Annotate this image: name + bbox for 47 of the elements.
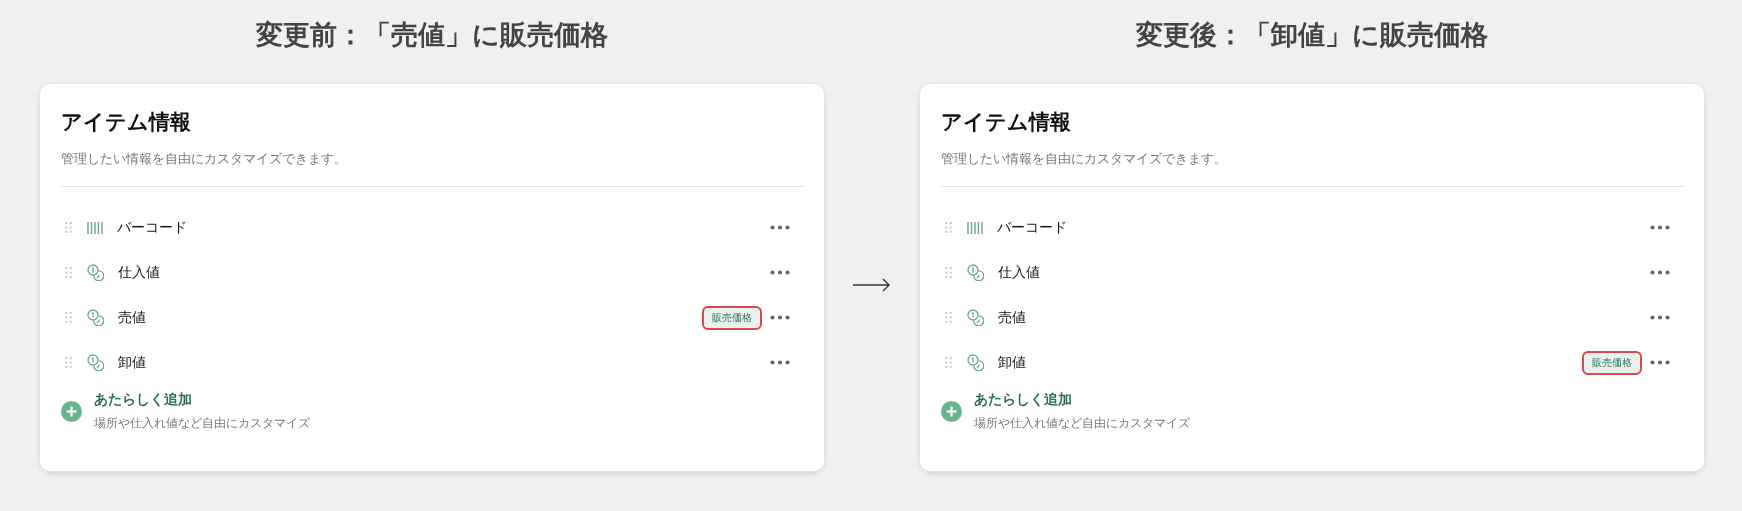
drag-handle-icon[interactable] [945, 312, 952, 323]
coins-icon [967, 354, 984, 371]
add-icon[interactable] [941, 401, 962, 422]
drag-handle-icon[interactable] [945, 267, 952, 278]
barcode-icon [87, 221, 103, 234]
drag-handle-icon[interactable] [945, 222, 952, 233]
add-hint: 場所や仕入れ値など自由にカスタマイズ [974, 415, 1190, 432]
coins-icon [87, 309, 104, 326]
drag-handle-icon[interactable] [945, 357, 952, 368]
add-hint: 場所や仕入れ値など自由にカスタマイズ [94, 415, 310, 432]
drag-handle-icon[interactable] [65, 312, 72, 323]
item-label: 売値 [998, 308, 1026, 327]
more-icon[interactable] [1650, 270, 1670, 275]
more-icon[interactable] [1650, 225, 1670, 230]
item-label: バーコード [117, 218, 187, 237]
drag-handle-icon[interactable] [65, 357, 72, 368]
card-subtitle: 管理したい情報を自由にカスタマイズできます。 [941, 150, 1228, 168]
comparison-heading: 変更後：「卸値」に販売価格 [1136, 18, 1488, 52]
coins-icon [87, 354, 104, 371]
more-icon[interactable] [770, 315, 790, 320]
arrow-icon [853, 278, 891, 292]
item-label: 仕入値 [998, 263, 1040, 282]
item-label: 卸値 [998, 353, 1026, 372]
item-label: 卸値 [118, 353, 146, 372]
add-new-link[interactable]: あたらしく追加 [974, 391, 1190, 409]
coins-icon [967, 309, 984, 326]
add-new-link[interactable]: あたらしく追加 [94, 391, 310, 409]
more-icon[interactable] [1650, 360, 1670, 365]
item-label: 仕入値 [118, 263, 160, 282]
card-subtitle: 管理したい情報を自由にカスタマイズできます。 [61, 150, 348, 168]
sale-price-tag: 販売価格 [702, 305, 762, 330]
coins-icon [87, 264, 104, 281]
sale-price-tag: 販売価格 [1582, 350, 1642, 375]
more-icon[interactable] [770, 270, 790, 275]
item-label: 売値 [118, 308, 146, 327]
coins-icon [967, 264, 984, 281]
barcode-icon [967, 221, 983, 234]
comparison-heading: 変更前：「売値」に販売価格 [256, 18, 608, 52]
drag-handle-icon[interactable] [65, 267, 72, 278]
more-icon[interactable] [1650, 315, 1670, 320]
drag-handle-icon[interactable] [65, 222, 72, 233]
more-icon[interactable] [770, 225, 790, 230]
card-title: アイテム情報 [941, 109, 1072, 136]
add-icon[interactable] [61, 401, 82, 422]
more-icon[interactable] [770, 360, 790, 365]
card-title: アイテム情報 [61, 109, 192, 136]
item-label: バーコード [997, 218, 1067, 237]
